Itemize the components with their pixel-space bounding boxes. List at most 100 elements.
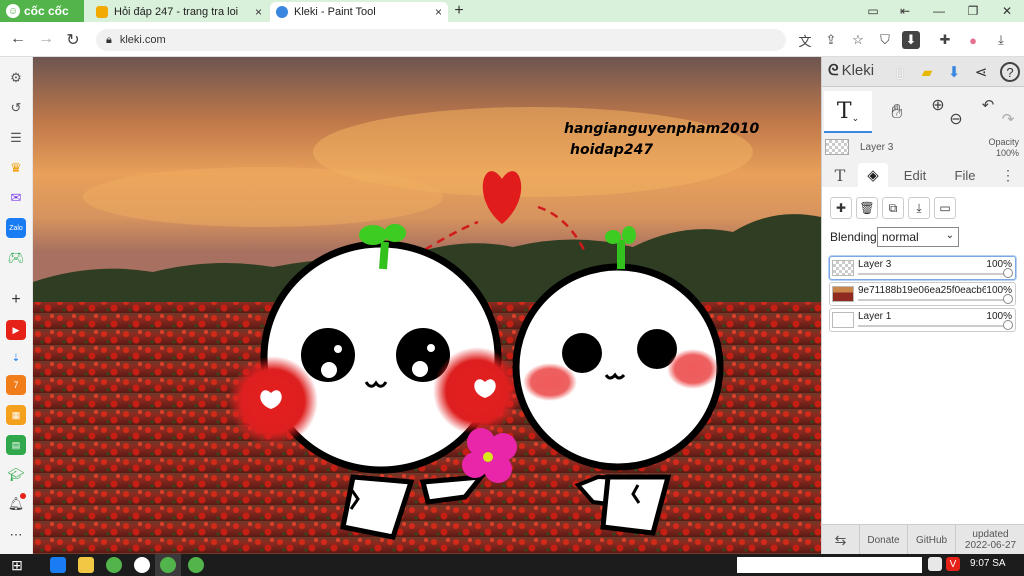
layer-opacity-slider[interactable] — [858, 299, 1008, 301]
app-calendar-icon[interactable]: ▦ — [6, 405, 26, 425]
coccoc-taskbar-icon[interactable] — [106, 557, 122, 573]
more-menu-icon[interactable]: ⋮ — [1000, 163, 1016, 187]
merge-layer-button[interactable]: ⤓ — [908, 197, 930, 219]
panel-footer: ⇆ Donate GitHub updated 2022-06-27 — [822, 524, 1024, 555]
gamepad-icon[interactable]: 🎮︎ — [6, 248, 26, 268]
help-icon[interactable]: ? — [1000, 62, 1020, 82]
changelog-link[interactable]: updated 2022-06-27 — [956, 525, 1024, 555]
kleki-logo[interactable]: ᘓ Kleki — [828, 62, 874, 79]
windows-start-icon[interactable]: ⊞ — [8, 556, 26, 574]
redo-icon[interactable]: ↷ — [998, 109, 1018, 129]
history-icon[interactable]: ↺ — [6, 98, 26, 118]
notes-list-icon[interactable]: ☰ — [6, 128, 26, 148]
layer-thumbnail — [832, 286, 854, 302]
close-tab-icon[interactable]: × — [255, 5, 262, 19]
zoom-out-icon[interactable]: ⊖ — [946, 109, 966, 129]
tab-hoidap247[interactable]: Hỏi đáp 247 - trang tra loi × — [90, 2, 268, 22]
tab-kleki[interactable]: Kleki - Paint Tool × — [270, 2, 448, 22]
add-layer-button[interactable]: ✚ — [830, 197, 852, 219]
coccoc-menu-button[interactable]: ☺ cốc cốc — [0, 0, 84, 22]
close-window-button[interactable]: ✕ — [990, 0, 1024, 22]
blending-label: Blending — [830, 230, 877, 244]
file-explorer-icon[interactable] — [78, 557, 94, 573]
edge-icon[interactable] — [50, 557, 66, 573]
piggy-icon[interactable]: ● — [962, 30, 984, 50]
messenger-icon[interactable]: ✉ — [6, 188, 26, 208]
restore-tabs-icon[interactable]: ⇤ — [888, 0, 922, 22]
blending-select[interactable]: normal ⌄ — [877, 227, 959, 247]
opacity-label: Opacity — [988, 137, 1019, 147]
undo-icon[interactable]: ↶ — [978, 95, 998, 115]
tab-text-tool-settings[interactable]: T — [826, 163, 854, 187]
donate-link[interactable]: Donate — [860, 525, 908, 555]
reload-button[interactable]: ↻ — [63, 30, 83, 50]
forward-button[interactable]: → — [36, 30, 56, 48]
coccoc-active-icon[interactable] — [160, 557, 176, 573]
tab-edit[interactable]: Edit — [896, 163, 934, 187]
layer-item[interactable]: 9e71188b19e06ea25f0eacb6( 100% — [829, 282, 1016, 306]
download-extension-icon[interactable]: ⬇ — [902, 31, 920, 49]
bookmark-star-icon[interactable]: ☆ — [847, 30, 869, 50]
back-button[interactable]: ← — [8, 30, 28, 48]
youtube-icon[interactable]: ▶ — [6, 320, 26, 340]
minimize-button[interactable]: — — [922, 0, 956, 22]
zoom-in-icon[interactable]: ⊕ — [928, 95, 948, 115]
delete-layer-button[interactable]: 🗑︎ — [856, 197, 878, 219]
download-sidebar-icon[interactable]: ⇣ — [6, 348, 26, 368]
updated-date: 2022-06-27 — [964, 540, 1017, 551]
drawing-canvas[interactable]: hangianguyenpham2010 hoidap247 — [33, 57, 821, 554]
layer-opacity-handle[interactable] — [1003, 320, 1013, 330]
tab-layers[interactable]: ◈ — [858, 163, 888, 187]
layer-item[interactable]: Layer 1 100% — [829, 308, 1016, 332]
keyboard-tray-icon[interactable] — [928, 557, 942, 571]
share-icon[interactable]: ⇪ — [820, 30, 842, 50]
text-tool-button[interactable]: T ⌄ — [824, 91, 872, 133]
new-image-icon[interactable]: ▯ — [890, 62, 910, 82]
maximize-button[interactable]: ❐ — [956, 0, 990, 22]
coccoc-window-icon[interactable] — [188, 557, 204, 573]
more-options-icon[interactable]: ⋯ — [6, 525, 26, 545]
taskbar-clock: 9:07 SA — [970, 558, 1006, 569]
app-taskbar-icon[interactable] — [134, 557, 150, 573]
rename-layer-button[interactable]: ▭ — [934, 197, 956, 219]
tab-title: Hỏi đáp 247 - trang tra loi — [114, 6, 239, 18]
settings-gear-icon[interactable]: ⚙ — [6, 68, 26, 88]
url-field[interactable]: 🔒︎ kleki.com — [96, 29, 786, 51]
app-7-icon[interactable]: 7 — [6, 375, 26, 395]
duplicate-layer-button[interactable]: ⧉ — [882, 197, 904, 219]
graduation-cap-icon[interactable]: 🎓︎ — [6, 465, 26, 485]
layer-opacity-slider[interactable] — [858, 325, 1008, 327]
layer-thumbnail — [832, 312, 854, 328]
credit-line-2: hoidap247 — [570, 142, 653, 158]
layers-icon: ◈ — [867, 167, 879, 184]
reading-mode-icon[interactable]: ▭ — [856, 0, 890, 22]
downloads-icon[interactable]: ⤓ — [990, 30, 1012, 50]
swap-sides-icon[interactable]: ⇆ — [822, 525, 860, 555]
add-sidebar-item-icon[interactable]: + — [6, 290, 26, 310]
layer-thumbnail — [832, 260, 854, 276]
canvas-artwork: hangianguyenpham2010 hoidap247 — [33, 57, 821, 554]
shield-icon[interactable]: ⛉ — [874, 30, 896, 50]
share-icon[interactable]: ⋖ — [971, 62, 991, 82]
open-folder-icon[interactable]: ▰ — [917, 62, 937, 82]
save-download-icon[interactable]: ⬇ — [944, 62, 964, 82]
layer-opacity-slider[interactable] — [858, 273, 1008, 275]
tab-file[interactable]: File — [946, 163, 984, 187]
close-tab-icon[interactable]: × — [435, 5, 442, 19]
crown-icon[interactable]: ♛ — [6, 158, 26, 178]
layer-opacity-handle[interactable] — [1003, 294, 1013, 304]
unikey-tray-icon[interactable]: V — [946, 557, 960, 571]
zalo-icon[interactable]: Zalo — [6, 218, 26, 238]
sheet-icon[interactable]: ▤ — [6, 435, 26, 455]
github-link[interactable]: GitHub — [908, 525, 956, 555]
layer-opacity-handle[interactable] — [1003, 268, 1013, 278]
chevron-down-icon: ⌄ — [851, 114, 860, 124]
hand-tool-icon[interactable]: ✋︎ — [880, 95, 914, 129]
extensions-icon[interactable]: ✚ — [934, 30, 956, 50]
layer-name: 9e71188b19e06ea25f0eacb6( — [858, 285, 986, 296]
taskbar-search-field[interactable] — [737, 557, 922, 573]
translate-icon[interactable]: 文 — [794, 30, 816, 50]
layer-item[interactable]: Layer 3 100% — [829, 256, 1016, 280]
new-tab-button[interactable]: + — [448, 0, 470, 22]
kleki-logo-icon: ᘓ — [828, 62, 839, 79]
